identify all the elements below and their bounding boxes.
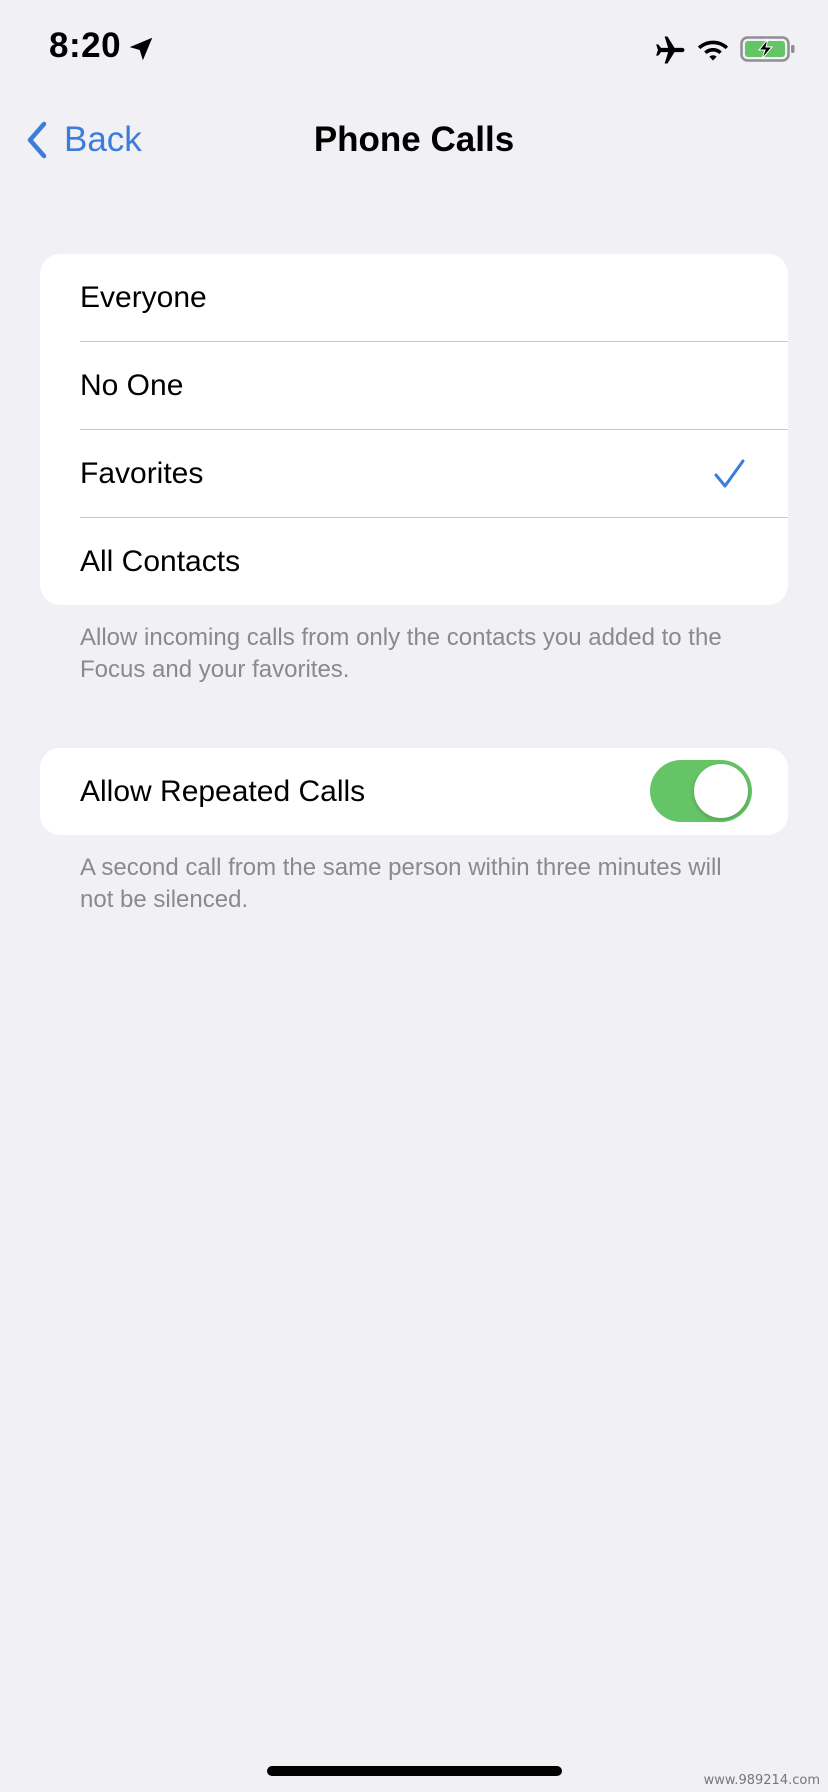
airplane-icon bbox=[656, 36, 685, 64]
option-label: No One bbox=[80, 369, 184, 402]
option-label: Everyone bbox=[80, 281, 207, 314]
repeated-calls-label: Allow Repeated Calls bbox=[80, 775, 366, 808]
status-bar: 8:20 bbox=[0, 0, 828, 100]
call-permission-options: Everyone No One Favorites All Contacts bbox=[40, 254, 788, 605]
option-everyone[interactable]: Everyone bbox=[40, 254, 788, 342]
option-label: Favorites bbox=[80, 457, 204, 490]
status-time: 8:20 bbox=[49, 26, 122, 65]
repeated-calls-footer: A second call from the same person withi… bbox=[80, 854, 722, 913]
option-favorites[interactable]: Favorites bbox=[40, 430, 788, 518]
option-label: All Contacts bbox=[80, 545, 241, 578]
options-footer: Allow incoming calls from only the conta… bbox=[80, 624, 722, 683]
battery-charging-icon bbox=[740, 36, 795, 62]
location-arrow-icon bbox=[129, 37, 153, 61]
option-all-contacts[interactable]: All Contacts bbox=[40, 518, 788, 605]
page-title: Phone Calls bbox=[313, 120, 515, 159]
watermark: www.989214.com bbox=[703, 1773, 820, 1788]
wifi-icon bbox=[697, 40, 729, 61]
checkmark-icon bbox=[714, 459, 745, 488]
repeated-calls-toggle[interactable] bbox=[650, 760, 752, 822]
repeated-calls-row: Allow Repeated Calls bbox=[40, 748, 788, 835]
repeated-calls-group: Allow Repeated Calls bbox=[40, 748, 788, 835]
home-indicator[interactable] bbox=[267, 1766, 562, 1776]
option-no-one[interactable]: No One bbox=[40, 342, 788, 430]
toggle-knob bbox=[694, 764, 748, 818]
